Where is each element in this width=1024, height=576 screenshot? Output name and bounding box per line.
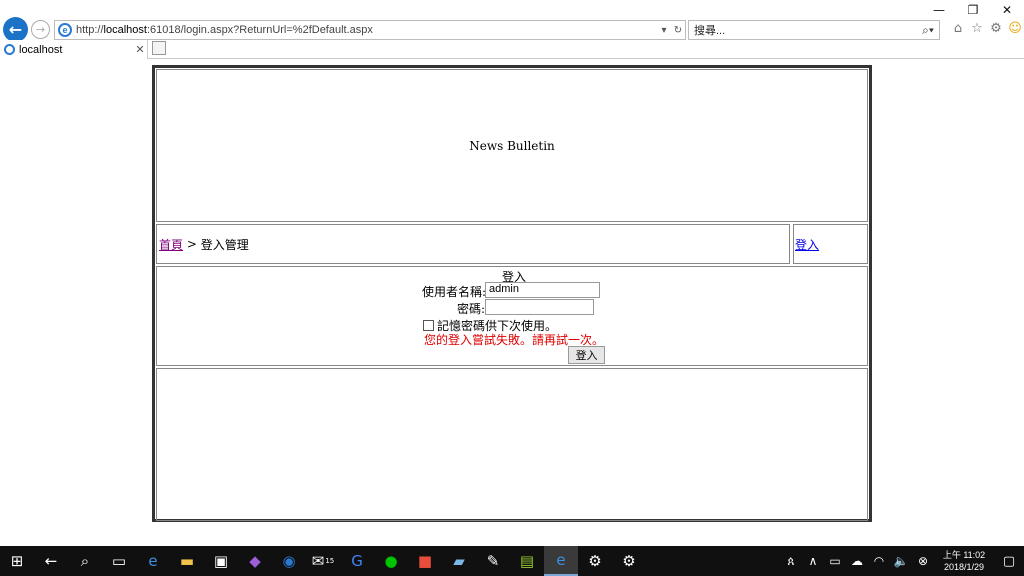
ie-tab-icon bbox=[4, 44, 15, 55]
back-arrow-icon: ← bbox=[8, 20, 23, 39]
search-icon[interactable]: ⌕ bbox=[68, 546, 102, 576]
url-text[interactable]: http://localhost:61018/login.aspx?Return… bbox=[76, 24, 657, 36]
remember-me-checkbox[interactable] bbox=[423, 320, 434, 331]
notification-icon[interactable]: ▢ bbox=[994, 554, 1024, 569]
line-icon[interactable]: ● bbox=[374, 546, 408, 576]
refresh-icon[interactable]: ↻ bbox=[671, 25, 685, 36]
forward-arrow-icon: → bbox=[35, 23, 46, 36]
battery-icon[interactable]: ▭ bbox=[824, 554, 846, 568]
mail-icon[interactable]: ✉ 15 bbox=[306, 546, 340, 576]
people-icon[interactable]: ጰ bbox=[780, 554, 802, 569]
media-player-icon[interactable]: ◉ bbox=[272, 546, 306, 576]
home-icon[interactable]: ⌂ bbox=[950, 20, 966, 36]
mail-badge: 15 bbox=[325, 557, 335, 565]
forward-button[interactable]: → bbox=[31, 20, 50, 39]
breadcrumb-separator: > bbox=[183, 237, 201, 251]
visual-studio-icon[interactable]: ◆ bbox=[238, 546, 272, 576]
stop-icon[interactable]: ⊗ bbox=[912, 554, 934, 568]
paint-icon[interactable]: ✎ bbox=[476, 546, 510, 576]
file-explorer-icon[interactable]: ▬ bbox=[170, 546, 204, 576]
minimize-button[interactable]: — bbox=[922, 0, 956, 20]
login-link[interactable]: 登入 bbox=[795, 236, 819, 253]
back-arrow-icon[interactable]: ← bbox=[34, 546, 68, 576]
search-box[interactable]: 搜尋... ⌕▾ bbox=[688, 20, 940, 40]
sticky-notes-icon[interactable]: ▤ bbox=[510, 546, 544, 576]
new-tab-button[interactable] bbox=[152, 41, 166, 55]
internet-explorer-icon[interactable]: e bbox=[544, 546, 578, 576]
tab-close-icon[interactable]: ✕ bbox=[133, 43, 147, 56]
banner: News Bulletin bbox=[156, 69, 868, 222]
login-button[interactable]: 登入 bbox=[568, 346, 605, 364]
windows-start-icon[interactable]: ⊞ bbox=[0, 546, 34, 576]
password-input[interactable] bbox=[485, 299, 594, 315]
breadcrumb-current: 登入管理 bbox=[200, 237, 249, 252]
tab-strip: localhost ✕ bbox=[0, 40, 1024, 59]
chevron-up-icon[interactable]: ∧ bbox=[802, 554, 824, 568]
browser-toolbar: — ❐ ✕ ← → e http://localhost:61018/login… bbox=[0, 0, 1024, 42]
clock-time: 上午 11:02 bbox=[942, 550, 986, 560]
address-bar[interactable]: e http://localhost:61018/login.aspx?Retu… bbox=[54, 20, 686, 40]
footer-area bbox=[156, 368, 868, 521]
url-host: localhost bbox=[103, 24, 147, 36]
page-frame: News Bulletin 首頁 > 登入管理 登入 登入 使用者名稱: adm… bbox=[152, 65, 872, 522]
toolbar-icons: ⌂ ☆ ⚙ ☺ bbox=[950, 20, 1023, 36]
dropdown-icon[interactable]: ▾ bbox=[657, 25, 671, 36]
tab-localhost[interactable]: localhost ✕ bbox=[0, 40, 148, 59]
password-label: 密碼: bbox=[457, 302, 486, 316]
clock-date: 2018/1/29 bbox=[943, 562, 985, 572]
window-controls: — ❐ ✕ bbox=[922, 0, 1024, 20]
taskbar: ⊞ ← ⌕ ▭ e ▬ ▣ ◆ ◉ ✉ 15 G ● ■ ▰ ✎ ▤ e ⚙ ⚙ … bbox=[0, 546, 1024, 576]
username-input[interactable]: admin bbox=[485, 282, 600, 298]
login-status-cell: 登入 bbox=[793, 224, 868, 264]
edge-icon[interactable]: e bbox=[136, 546, 170, 576]
close-button[interactable]: ✕ bbox=[990, 0, 1024, 20]
task-view-icon[interactable]: ▭ bbox=[102, 546, 136, 576]
clock[interactable]: 上午 11:02 2018/1/29 bbox=[934, 549, 994, 573]
office-icon[interactable]: ■ bbox=[408, 546, 442, 576]
restore-button[interactable]: ❐ bbox=[956, 0, 990, 20]
banner-title: News Bulletin bbox=[469, 138, 555, 153]
back-button[interactable]: ← bbox=[3, 17, 28, 42]
store-icon[interactable]: ▣ bbox=[204, 546, 238, 576]
smiley-feedback-icon[interactable]: ☺ bbox=[1007, 20, 1023, 36]
onedrive-icon[interactable]: ☁ bbox=[846, 554, 868, 568]
chrome-google-icon[interactable]: G bbox=[340, 546, 374, 576]
volume-icon[interactable]: 🔈 bbox=[890, 554, 912, 568]
gear-icon[interactable]: ⚙ bbox=[988, 20, 1004, 36]
search-input[interactable]: 搜尋... bbox=[689, 22, 917, 38]
tab-title: localhost bbox=[19, 43, 63, 56]
favorites-star-icon[interactable]: ☆ bbox=[969, 20, 985, 36]
breadcrumb-home-link[interactable]: 首頁 bbox=[159, 236, 183, 253]
ie-page-icon: e bbox=[58, 23, 72, 37]
system-tray: ጰ ∧ ▭ ☁ ◠ 🔈 ⊗ 上午 11:02 2018/1/29 ▢ bbox=[780, 546, 1024, 576]
search-icon[interactable]: ⌕▾ bbox=[917, 23, 939, 38]
wifi-icon[interactable]: ◠ bbox=[868, 554, 890, 568]
notebook-icon[interactable]: ▰ bbox=[442, 546, 476, 576]
settings-icon[interactable]: ⚙ bbox=[578, 546, 612, 576]
settings-alt-icon[interactable]: ⚙ bbox=[612, 546, 646, 576]
breadcrumb: 首頁 > 登入管理 bbox=[156, 224, 790, 264]
login-form: 登入 使用者名稱: admin 密碼: 記憶密碼供下次使用。 您的登入嘗試失敗。… bbox=[156, 266, 868, 366]
username-label: 使用者名稱: bbox=[422, 285, 487, 299]
